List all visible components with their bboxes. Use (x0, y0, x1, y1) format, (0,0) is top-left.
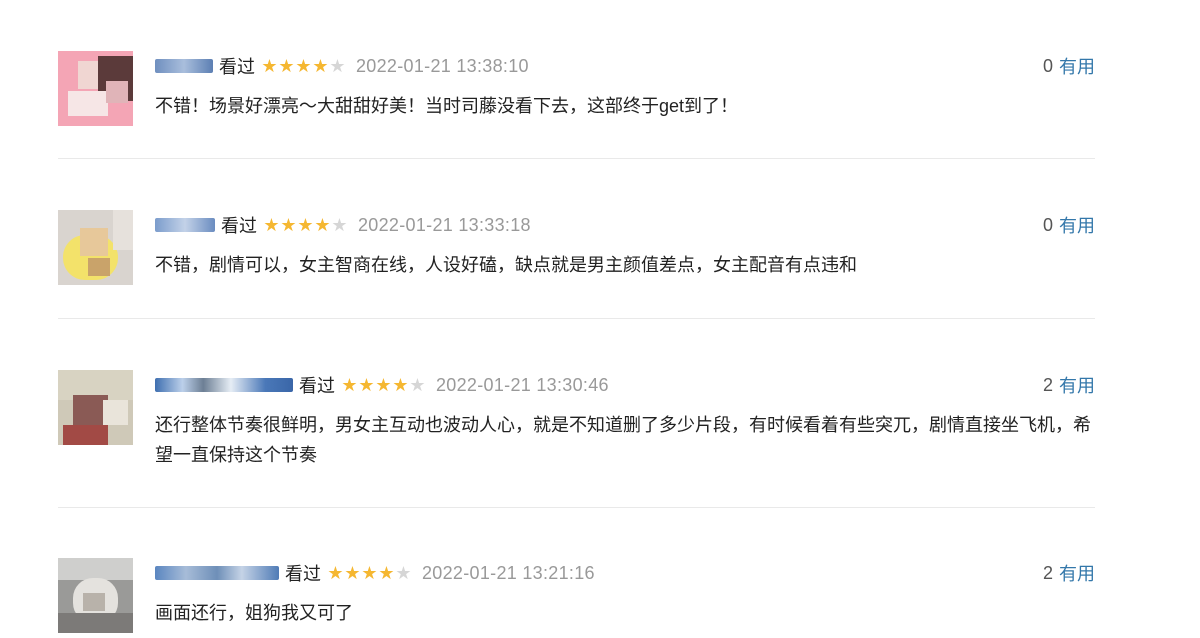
useful-button[interactable]: 有用 (1059, 372, 1095, 398)
timestamp: 2022-01-21 13:33:18 (358, 214, 531, 235)
timestamp: 2022-01-21 13:30:46 (436, 374, 609, 395)
star-icon: ★ (361, 563, 378, 583)
review-comment: 画面还行，姐狗我又可了 (155, 603, 353, 623)
username-blurred[interactable] (155, 566, 279, 580)
avatar[interactable] (58, 210, 133, 285)
star-icon: ★ (295, 56, 312, 76)
star-icon: ★ (312, 56, 329, 76)
star-icon: ★ (263, 215, 280, 235)
useful-count: 2 (1042, 374, 1053, 395)
star-icon: ★ (392, 375, 409, 395)
watched-status: 看过 (285, 564, 321, 584)
rating-stars: ★ ★ ★ ★ ★ (327, 564, 412, 582)
username-blurred[interactable] (155, 378, 293, 392)
watched-status: 看过 (221, 216, 257, 236)
useful-vote: 0 有用 (1043, 51, 1095, 81)
star-icon: ★ (327, 563, 344, 583)
review-comment: 不错，剧情可以，女主智商在线，人设好磕，缺点就是男主颜值差点，女主配音有点违和 (155, 255, 857, 275)
watched-status: 看过 (299, 376, 335, 396)
divider (58, 507, 1095, 508)
useful-count: 2 (1042, 562, 1053, 583)
watched-status: 看过 (219, 57, 255, 77)
review-item: 看过 ★ ★ ★ ★ ★ 2022-01-21 13:38:10 0 有用 不错… (58, 51, 1095, 141)
review-comment: 还行整体节奏很鲜明，男女主互动也波动人心，就是不知道删了多少片段，有时候看着有些… (155, 415, 1091, 465)
rating-stars: ★ ★ ★ ★ ★ (263, 216, 348, 234)
useful-button[interactable]: 有用 (1059, 212, 1095, 238)
rating-stars: ★ ★ ★ ★ ★ (341, 376, 426, 394)
star-icon: ★ (344, 563, 361, 583)
useful-vote: 2 有用 (1043, 558, 1095, 588)
review-comment: 不错！场景好漂亮～大甜甜好美！当时司藤没看下去，这部终于get到了！ (155, 96, 739, 116)
star-icon: ★ (329, 56, 346, 76)
review-item: 看过 ★ ★ ★ ★ ★ 2022-01-21 13:33:18 0 有用 不错… (58, 210, 1095, 300)
star-icon: ★ (261, 56, 278, 76)
avatar[interactable] (58, 558, 133, 633)
star-icon: ★ (409, 375, 426, 395)
star-icon: ★ (358, 375, 375, 395)
username-blurred[interactable] (155, 59, 213, 73)
useful-count: 0 (1042, 55, 1053, 76)
review-item: 看过 ★ ★ ★ ★ ★ 2022-01-21 13:21:16 2 有用 画面… (58, 558, 1095, 638)
timestamp: 2022-01-21 13:38:10 (356, 55, 529, 76)
divider (58, 158, 1095, 159)
avatar[interactable] (58, 370, 133, 445)
star-icon: ★ (278, 56, 295, 76)
useful-button[interactable]: 有用 (1059, 53, 1095, 79)
timestamp: 2022-01-21 13:21:16 (422, 562, 595, 583)
star-icon: ★ (395, 563, 412, 583)
avatar[interactable] (58, 51, 133, 126)
star-icon: ★ (280, 215, 297, 235)
star-icon: ★ (341, 375, 358, 395)
useful-vote: 2 有用 (1043, 370, 1095, 400)
useful-button[interactable]: 有用 (1059, 560, 1095, 586)
review-item: 看过 ★ ★ ★ ★ ★ 2022-01-21 13:30:46 2 有用 还行… (58, 370, 1095, 490)
star-icon: ★ (314, 215, 331, 235)
username-blurred[interactable] (155, 218, 215, 232)
useful-vote: 0 有用 (1043, 210, 1095, 240)
useful-count: 0 (1042, 214, 1053, 235)
star-icon: ★ (378, 563, 395, 583)
divider (58, 318, 1095, 319)
rating-stars: ★ ★ ★ ★ ★ (261, 57, 346, 75)
star-icon: ★ (331, 215, 348, 235)
star-icon: ★ (375, 375, 392, 395)
star-icon: ★ (297, 215, 314, 235)
